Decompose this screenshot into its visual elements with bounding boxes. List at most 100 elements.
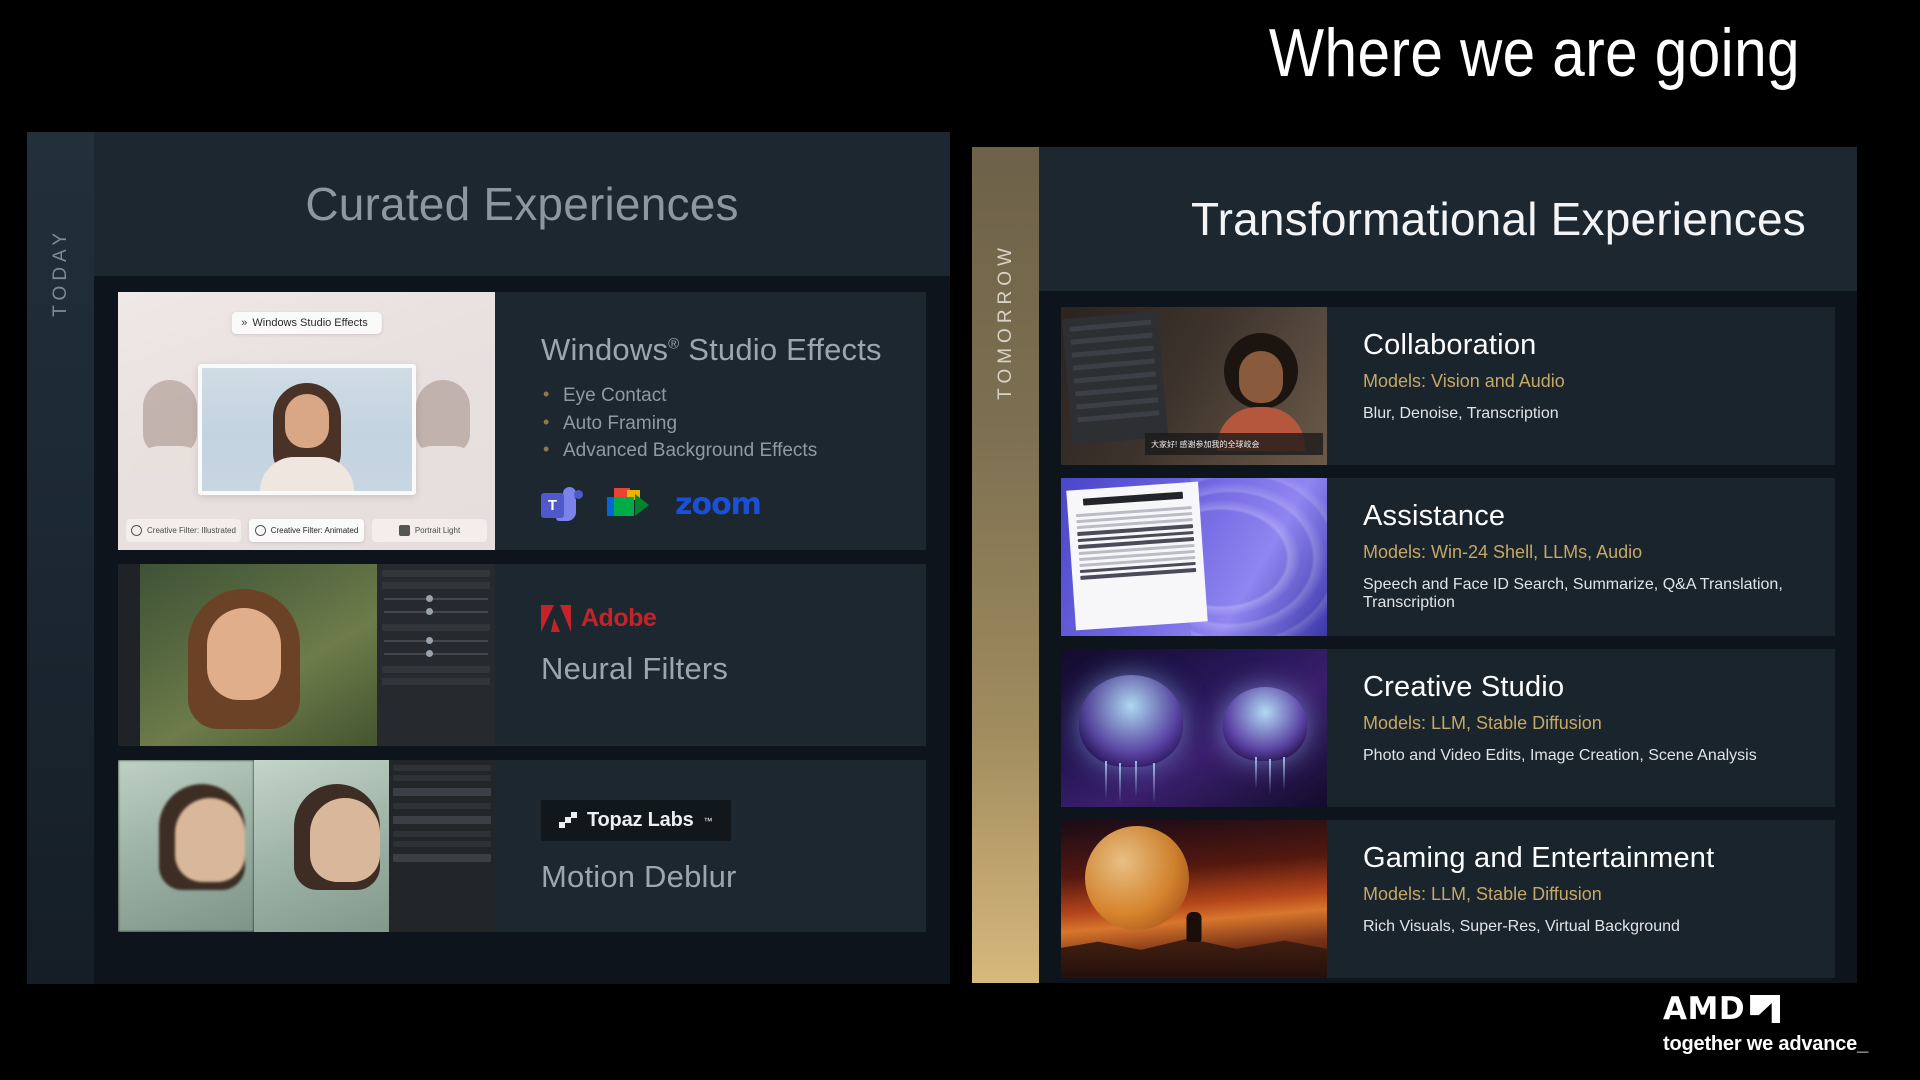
list-item: Eye Contact — [541, 382, 898, 410]
card-gaming-and-entertainment[interactable]: Gaming and Entertainment Models: LLM, St… — [1061, 820, 1835, 978]
google-meet-icon — [607, 488, 649, 522]
windows-wallpaper-swirl — [1191, 478, 1327, 636]
creative-studio-text: Creative Studio Models: LLM, Stable Diff… — [1327, 649, 1835, 807]
gaming-title: Gaming and Entertainment — [1363, 842, 1815, 875]
collaboration-caption: 大家好! 感谢参加我的全球峧会 — [1145, 433, 1323, 455]
card-collaboration[interactable]: 大家好! 感谢参加我的全球峧会 Collaboration Models: Vi… — [1061, 307, 1835, 465]
wse-title-rest: Studio Effects — [679, 332, 881, 367]
gaming-thumbnail — [1061, 820, 1327, 978]
assistance-art — [1061, 478, 1327, 636]
today-panel-main: Curated Experiences » Windows Studio Eff… — [94, 132, 950, 984]
nf-controls-panel — [377, 564, 495, 746]
assistance-thumbnail — [1061, 478, 1327, 636]
today-header: Curated Experiences — [94, 132, 950, 276]
today-rail-label: TODAY — [50, 228, 72, 317]
creative-studio-models: Models: LLM, Stable Diffusion — [1363, 713, 1815, 734]
card-windows-studio-effects[interactable]: » Windows Studio Effects — [118, 292, 926, 550]
supported-apps-row: T zoom — [541, 487, 898, 523]
amd-wordmark: AMD — [1663, 991, 1745, 1027]
collaboration-title: Collaboration — [1363, 329, 1815, 362]
topaz-labs-logo-icon — [559, 813, 577, 829]
wse-button-creative-filter-animated[interactable]: Creative Filter: Animated — [249, 519, 364, 542]
wse-pill-label: Windows Studio Effects — [252, 317, 367, 329]
motion-deblur-title: Motion Deblur — [541, 859, 898, 895]
trademark-icon: ™ — [704, 816, 713, 826]
today-rail: TODAY — [27, 132, 94, 984]
motion-deblur-text: Topaz Labs ™ Motion Deblur — [495, 760, 926, 932]
topaz-screen — [118, 760, 495, 932]
collaboration-models: Models: Vision and Audio — [1363, 371, 1815, 392]
nf-photo — [140, 564, 377, 746]
tomorrow-panel: TOMORROW Transformational Experiences — [972, 147, 1857, 983]
creative-studio-title: Creative Studio — [1363, 671, 1815, 704]
wse-button-creative-filter-illustrated[interactable]: Creative Filter: Illustrated — [126, 519, 241, 542]
creative-studio-features: Photo and Video Edits, Image Creation, S… — [1363, 747, 1815, 765]
amd-tagline: together we advance_ — [1663, 1033, 1868, 1056]
card-assistance[interactable]: Assistance Models: Win-24 Shell, LLMs, A… — [1061, 478, 1835, 636]
adobe-brand: Adobe — [541, 604, 898, 633]
gaming-text: Gaming and Entertainment Models: LLM, St… — [1327, 820, 1835, 978]
amd-logo: AMD together we advance_ — [1663, 991, 1868, 1056]
card-adobe-neural-filters[interactable]: Adobe Neural Filters — [118, 564, 926, 746]
creative-studio-thumbnail — [1061, 649, 1327, 807]
list-item: Advanced Background Effects — [541, 437, 898, 465]
photoshop-screen — [118, 564, 495, 746]
tomorrow-rail-label: TOMORROW — [995, 243, 1017, 400]
microsoft-teams-icon: T — [541, 487, 581, 523]
topaz-labs-brand: Topaz Labs ™ — [541, 800, 731, 841]
zoom-wordmark-icon: zoom — [675, 487, 761, 522]
assistance-document — [1066, 482, 1207, 631]
assistance-title: Assistance — [1363, 500, 1815, 533]
brush-icon — [131, 525, 142, 536]
tomorrow-panel-body: TOMORROW Transformational Experiences — [972, 147, 1857, 983]
registered-mark-icon: ® — [668, 336, 679, 353]
list-item: Auto Framing — [541, 410, 898, 438]
wse-filter-buttons: Creative Filter: Illustrated Creative Fi… — [126, 519, 487, 542]
language-menu-screen — [1062, 311, 1169, 445]
today-header-title: Curated Experiences — [305, 177, 738, 231]
tomorrow-rail: TOMORROW — [972, 147, 1039, 983]
card-creative-studio[interactable]: Creative Studio Models: LLM, Stable Diff… — [1061, 649, 1835, 807]
collaboration-thumbnail: 大家好! 感谢参加我的全球峧会 — [1061, 307, 1327, 465]
assistance-models: Models: Win-24 Shell, LLMs, Audio — [1363, 542, 1815, 563]
portrait-icon — [399, 525, 410, 536]
neural-filters-thumbnail — [118, 564, 495, 746]
jellyfish-small — [1223, 687, 1307, 761]
wse-button-label: Creative Filter: Illustrated — [147, 526, 236, 536]
chevrons-icon: » — [241, 317, 245, 329]
card-topaz-motion-deblur[interactable]: Topaz Labs ™ Motion Deblur — [118, 760, 926, 932]
windows-studio-effects-title: Windows® Studio Effects — [541, 332, 898, 368]
jellyfish-large — [1079, 675, 1183, 767]
tomorrow-header-title: Transformational Experiences — [1191, 192, 1806, 246]
md-after-image — [254, 760, 390, 932]
amd-arrow-icon — [1750, 995, 1780, 1023]
windows-studio-effects-feature-list: Eye Contact Auto Framing Advanced Backgr… — [541, 382, 898, 465]
wse-screen: » Windows Studio Effects — [118, 292, 495, 550]
palette-icon — [255, 525, 266, 536]
tomorrow-card-list: 大家好! 感谢参加我的全球峧会 Collaboration Models: Vi… — [1039, 291, 1857, 983]
astronaut-figure — [1187, 912, 1202, 942]
wse-video-feed — [202, 368, 412, 491]
tomorrow-panel-main: Transformational Experiences — [1039, 147, 1857, 983]
collaboration-features: Blur, Denoise, Transcription — [1363, 405, 1815, 423]
topaz-wordmark: Topaz Labs — [587, 809, 694, 832]
wse-button-label: Portrait Light — [415, 526, 460, 536]
windows-studio-effects-text: Windows® Studio Effects Eye Contact Auto… — [495, 292, 926, 550]
neural-filters-title: Neural Filters — [541, 651, 898, 687]
teams-letter: T — [541, 493, 564, 518]
wse-pill: » Windows Studio Effects — [231, 312, 381, 334]
tomorrow-header: Transformational Experiences — [1039, 147, 1857, 291]
collaboration-text: Collaboration Models: Vision and Audio B… — [1327, 307, 1835, 465]
motion-deblur-thumbnail — [118, 760, 495, 932]
today-card-list: » Windows Studio Effects — [94, 276, 950, 984]
planet-icon — [1085, 826, 1189, 930]
assistance-features: Speech and Face ID Search, Summarize, Q&… — [1363, 576, 1815, 612]
assistance-text: Assistance Models: Win-24 Shell, LLMs, A… — [1327, 478, 1835, 636]
page-title: Where we are going — [252, 14, 1800, 92]
adobe-wordmark: Adobe — [581, 604, 656, 633]
wse-video-stage — [198, 364, 416, 495]
gaming-art — [1061, 820, 1327, 978]
slide-root: Where we are going TODAY Curated Experie… — [0, 0, 1920, 1080]
windows-studio-effects-thumbnail: » Windows Studio Effects — [118, 292, 495, 550]
wse-button-portrait-light[interactable]: Portrait Light — [372, 519, 487, 542]
